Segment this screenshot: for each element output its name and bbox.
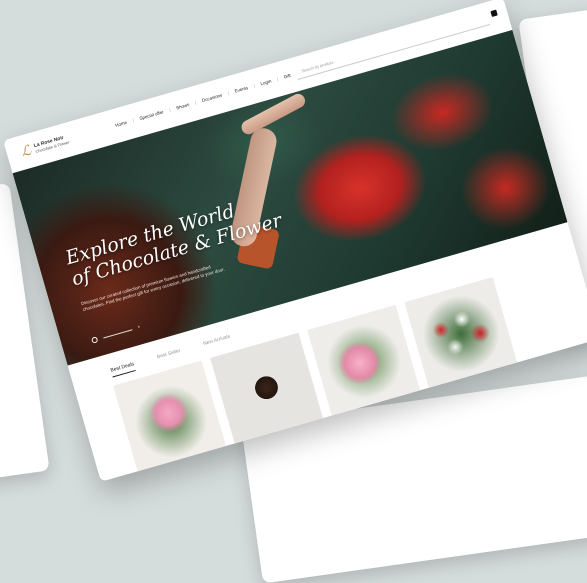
nav-item-occasions[interactable]: Occasions: [201, 93, 223, 104]
nav-item-events[interactable]: Events: [234, 85, 249, 94]
slider-dot-icon[interactable]: [90, 336, 99, 344]
tab-best-seller[interactable]: Best Seller: [156, 348, 182, 364]
product-card-red-white-roses[interactable]: [404, 276, 519, 391]
search-placeholder: Search by product...: [300, 58, 337, 74]
slider-progress: [103, 328, 133, 339]
slider-next-arrow-icon[interactable]: ›: [137, 324, 141, 330]
product-card-pink-rose-bouquet[interactable]: [112, 360, 227, 475]
nav-item-login[interactable]: Login: [260, 78, 272, 86]
nav-item-shows[interactable]: Shows: [176, 102, 190, 111]
hero-slider-controls: ›: [90, 324, 141, 344]
nav-item-gift[interactable]: Gift: [283, 73, 291, 80]
cart-icon[interactable]: [490, 9, 498, 18]
nav-item-home[interactable]: Home: [115, 120, 128, 128]
tab-new-arrivals[interactable]: New Arrivals: [203, 334, 232, 351]
tab-best-deals[interactable]: Best Deals: [109, 361, 136, 378]
logo-mark-icon: ℒ: [19, 142, 34, 161]
nav-item-special-offer[interactable]: Special offer: [139, 109, 164, 121]
logo[interactable]: ℒ La Rose Noir Chocolate & Flower: [19, 132, 71, 161]
